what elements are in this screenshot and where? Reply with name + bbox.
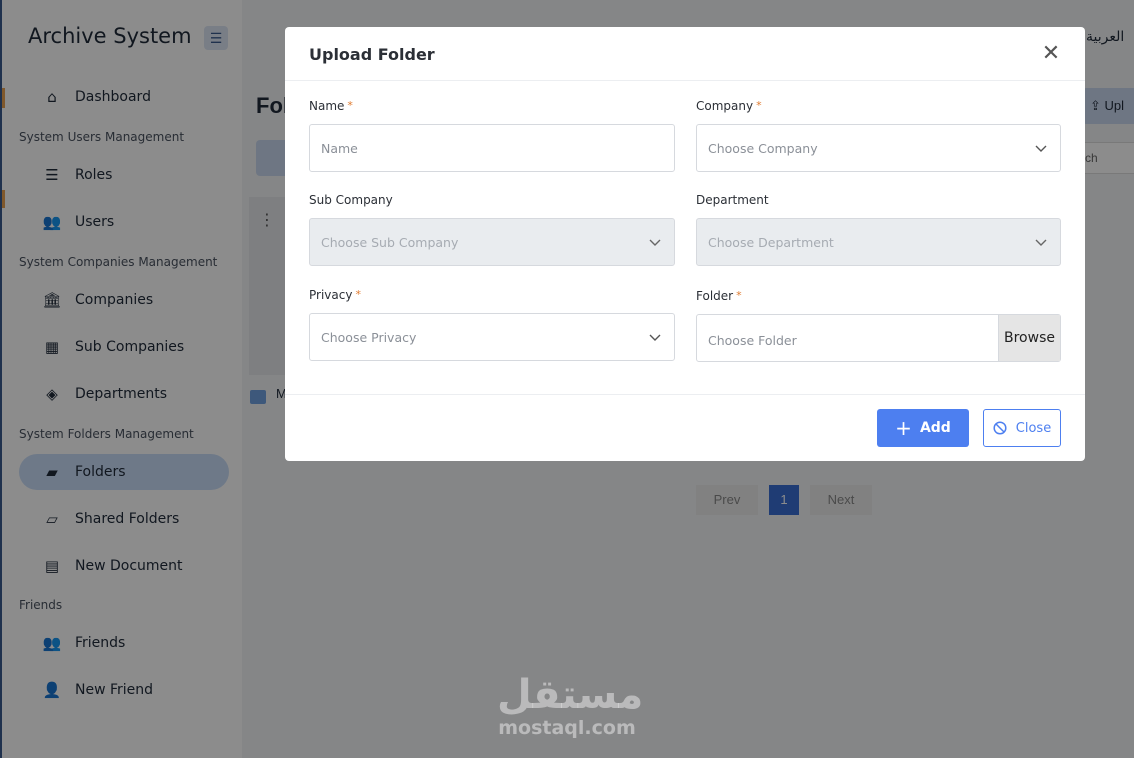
company-label: Company * xyxy=(696,99,762,113)
department-select-value: Choose Department xyxy=(708,234,834,250)
company-select-value: Choose Company xyxy=(708,140,818,156)
folder-label-text: Folder xyxy=(696,289,734,303)
name-field[interactable] xyxy=(309,124,675,172)
company-label-text: Company xyxy=(696,99,754,113)
divider xyxy=(285,80,1085,81)
sub-company-label: Sub Company xyxy=(309,193,393,207)
required-mark: * xyxy=(347,99,353,112)
folder-label: Folder * xyxy=(696,289,742,303)
browse-button[interactable]: Browse xyxy=(998,315,1060,361)
company-select[interactable]: Choose Company xyxy=(696,124,1061,172)
chevron-down-icon xyxy=(649,334,661,341)
sub-company-select-value: Choose Sub Company xyxy=(321,234,459,250)
privacy-select[interactable]: Choose Privacy xyxy=(309,313,675,361)
name-input[interactable] xyxy=(321,140,674,156)
department-select: Choose Department xyxy=(696,218,1061,266)
chevron-down-icon xyxy=(1035,145,1047,152)
name-label-text: Name xyxy=(309,99,345,113)
chevron-down-icon xyxy=(649,239,661,246)
folder-file-value: Choose Folder xyxy=(708,332,797,348)
sub-company-select: Choose Sub Company xyxy=(309,218,675,266)
watermark-latin: mostaql.com xyxy=(498,717,636,739)
folder-file-input[interactable]: Choose Folder Browse xyxy=(696,314,1061,362)
close-button[interactable]: Close xyxy=(983,409,1061,447)
required-mark: * xyxy=(756,99,762,112)
privacy-label-text: Privacy xyxy=(309,288,353,302)
department-label: Department xyxy=(696,193,769,207)
watermark-arabic: مستقل xyxy=(497,672,644,718)
upload-folder-modal: Upload Folder ✕ Name* Company* Choose Co… xyxy=(285,27,1085,461)
divider xyxy=(285,394,1085,395)
add-button-label: Add xyxy=(919,420,951,436)
chevron-down-icon xyxy=(1035,239,1047,246)
plus-icon: + xyxy=(895,416,912,440)
privacy-label: Privacy * xyxy=(309,288,361,302)
watermark: مستقل mostaql.com xyxy=(497,672,644,739)
modal-title: Upload Folder xyxy=(309,45,435,64)
privacy-select-value: Choose Privacy xyxy=(321,329,417,345)
close-button-label: Close xyxy=(1015,420,1052,436)
close-icon[interactable]: ✕ xyxy=(1037,39,1065,67)
ban-icon xyxy=(993,421,1007,435)
name-label: Name * xyxy=(309,99,353,113)
required-mark: * xyxy=(736,289,742,302)
add-button[interactable]: + Add xyxy=(877,409,969,447)
required-mark: * xyxy=(355,288,361,301)
